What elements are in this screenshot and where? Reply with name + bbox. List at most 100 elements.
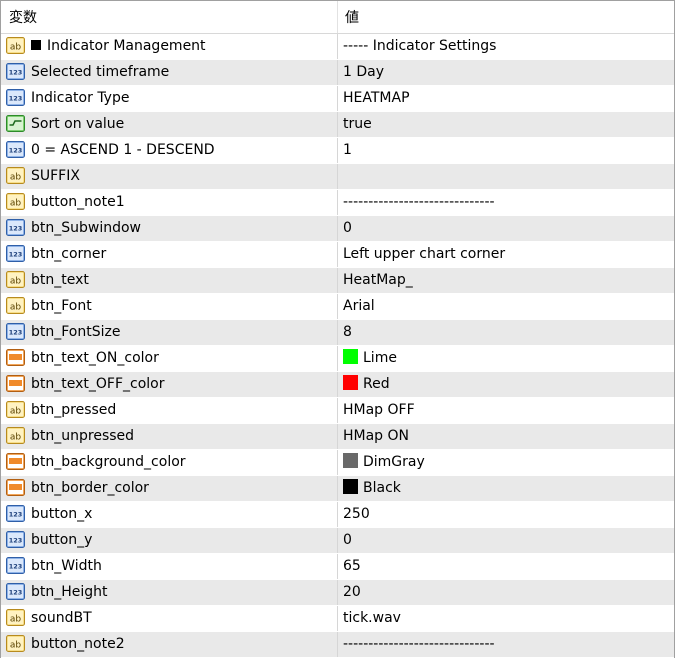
variable-cell[interactable]: ab Indicator Management — [1, 34, 337, 59]
table-row[interactable]: 123 0 = ASCEND 1 - DESCEND 1 — [1, 138, 674, 164]
table-row[interactable]: ab btn_Font Arial — [1, 294, 674, 320]
column-divider[interactable] — [337, 1, 338, 33]
variable-cell[interactable]: 123 btn_Width — [1, 554, 337, 579]
table-row[interactable]: btn_border_color Black — [1, 476, 674, 502]
variable-name: btn_pressed — [31, 398, 116, 423]
value-text-wrap: Left upper chart corner — [343, 242, 505, 267]
table-row[interactable]: Sort on value true — [1, 112, 674, 138]
value-cell[interactable]: 8 — [338, 320, 674, 345]
variable-cell[interactable]: 123 btn_corner — [1, 242, 337, 267]
variable-cell[interactable]: 123 Selected timeframe — [1, 60, 337, 85]
value-cell[interactable]: HeatMap_ — [338, 268, 674, 293]
value-cell[interactable]: 20 — [338, 580, 674, 605]
value-cell[interactable]: Lime — [338, 346, 674, 371]
table-row[interactable]: 123 Selected timeframe 1 Day — [1, 60, 674, 86]
variable-cell[interactable]: 123 button_x — [1, 502, 337, 527]
variable-name: 0 = ASCEND 1 - DESCEND — [31, 138, 215, 163]
table-row[interactable]: 123 button_y 0 — [1, 528, 674, 554]
variable-cell[interactable]: ab soundBT — [1, 606, 337, 631]
variable-name-text: button_y — [31, 532, 93, 548]
table-row[interactable]: ab soundBT tick.wav — [1, 606, 674, 632]
variable-cell[interactable]: btn_text_OFF_color — [1, 372, 337, 397]
table-row[interactable]: ab btn_pressed HMap OFF — [1, 398, 674, 424]
variable-name-text: btn_pressed — [31, 402, 117, 418]
variable-cell[interactable]: ab SUFFIX — [1, 164, 337, 189]
table-row[interactable]: btn_text_ON_color Lime — [1, 346, 674, 372]
table-row[interactable]: 123 btn_Width 65 — [1, 554, 674, 580]
table-row[interactable]: 123 Indicator Type HEATMAP — [1, 86, 674, 112]
value-text: Lime — [363, 350, 397, 366]
variable-name: btn_text_OFF_color — [31, 372, 164, 397]
variable-cell[interactable]: 123 btn_FontSize — [1, 320, 337, 345]
table-row[interactable]: btn_background_color DimGray — [1, 450, 674, 476]
variable-cell[interactable]: ab btn_pressed — [1, 398, 337, 423]
variable-name-text: Indicator Management — [47, 38, 206, 54]
table-row[interactable]: 123 btn_FontSize 8 — [1, 320, 674, 346]
variable-cell[interactable]: btn_text_ON_color — [1, 346, 337, 371]
table-row[interactable]: 123 btn_corner Left upper chart corner — [1, 242, 674, 268]
variable-cell[interactable]: 123 btn_Subwindow — [1, 216, 337, 241]
variable-cell[interactable]: ab button_note2 — [1, 632, 337, 657]
svg-text:ab: ab — [10, 277, 22, 287]
table-row[interactable]: ab btn_unpressed HMap ON — [1, 424, 674, 450]
value-cell[interactable]: ------------------------------ — [338, 632, 674, 657]
value-cell[interactable]: Arial — [338, 294, 674, 319]
variable-cell[interactable]: 123 0 = ASCEND 1 - DESCEND — [1, 138, 337, 163]
table-row[interactable]: ab SUFFIX — [1, 164, 674, 190]
table-row[interactable]: btn_text_OFF_color Red — [1, 372, 674, 398]
value-text-wrap: 250 — [343, 502, 370, 527]
ab-icon: ab — [6, 37, 25, 54]
value-cell[interactable]: 1 Day — [338, 60, 674, 85]
value-cell[interactable]: Red — [338, 372, 674, 397]
color-swatch — [343, 453, 358, 468]
variable-cell[interactable]: Sort on value — [1, 112, 337, 137]
value-cell[interactable]: 65 — [338, 554, 674, 579]
value-text-wrap: tick.wav — [343, 606, 401, 631]
table-row[interactable]: 123 btn_Height 20 — [1, 580, 674, 606]
variable-cell[interactable]: 123 btn_Height — [1, 580, 337, 605]
123-icon: 123 — [6, 141, 25, 158]
variable-cell[interactable]: ab btn_unpressed — [1, 424, 337, 449]
value-text: Left upper chart corner — [343, 246, 506, 262]
variable-cell[interactable]: ab button_note1 — [1, 190, 337, 215]
value-cell[interactable]: 0 — [338, 528, 674, 553]
table-row[interactable]: ab button_note1 --------------------------… — [1, 190, 674, 216]
variable-cell[interactable]: ab btn_Font — [1, 294, 337, 319]
column-header-variable[interactable]: 変数 — [9, 1, 37, 33]
variable-cell[interactable]: 123 Indicator Type — [1, 86, 337, 111]
variable-name-text: btn_text_ON_color — [31, 350, 159, 366]
value-cell[interactable]: Left upper chart corner — [338, 242, 674, 267]
value-cell[interactable]: true — [338, 112, 674, 137]
value-cell[interactable]: ------------------------------ — [338, 190, 674, 215]
value-cell[interactable]: HMap OFF — [338, 398, 674, 423]
123-icon: 123 — [6, 245, 25, 262]
value-cell[interactable]: HEATMAP — [338, 86, 674, 111]
value-cell[interactable]: Black — [338, 476, 674, 501]
variable-name: btn_corner — [31, 242, 106, 267]
table-row[interactable]: ab btn_text HeatMap_ — [1, 268, 674, 294]
column-header-value[interactable]: 値 — [345, 1, 359, 33]
value-text-wrap: Arial — [343, 294, 375, 319]
value-cell[interactable]: HMap ON — [338, 424, 674, 449]
value-text-wrap: 65 — [343, 554, 361, 579]
value-text: HMap OFF — [343, 402, 415, 418]
table-row[interactable]: 123 button_x 250 — [1, 502, 674, 528]
value-cell[interactable] — [338, 164, 674, 189]
variable-cell[interactable]: 123 button_y — [1, 528, 337, 553]
variable-cell[interactable]: btn_border_color — [1, 476, 337, 501]
variable-name: SUFFIX — [31, 164, 80, 189]
table-row[interactable]: ab Indicator Management ----- Indicator Se… — [1, 34, 674, 60]
value-cell[interactable]: 1 — [338, 138, 674, 163]
table-row[interactable]: 123 btn_Subwindow 0 — [1, 216, 674, 242]
table-row[interactable]: ab button_note2 --------------------------… — [1, 632, 674, 658]
value-cell[interactable]: ----- Indicator Settings — [338, 34, 674, 59]
value-cell[interactable]: DimGray — [338, 450, 674, 475]
value-text-wrap: 20 — [343, 580, 361, 605]
svg-text:123: 123 — [9, 537, 23, 545]
123-icon: 123 — [6, 323, 25, 340]
value-cell[interactable]: 0 — [338, 216, 674, 241]
value-cell[interactable]: 250 — [338, 502, 674, 527]
variable-cell[interactable]: btn_background_color — [1, 450, 337, 475]
value-cell[interactable]: tick.wav — [338, 606, 674, 631]
variable-cell[interactable]: ab btn_text — [1, 268, 337, 293]
